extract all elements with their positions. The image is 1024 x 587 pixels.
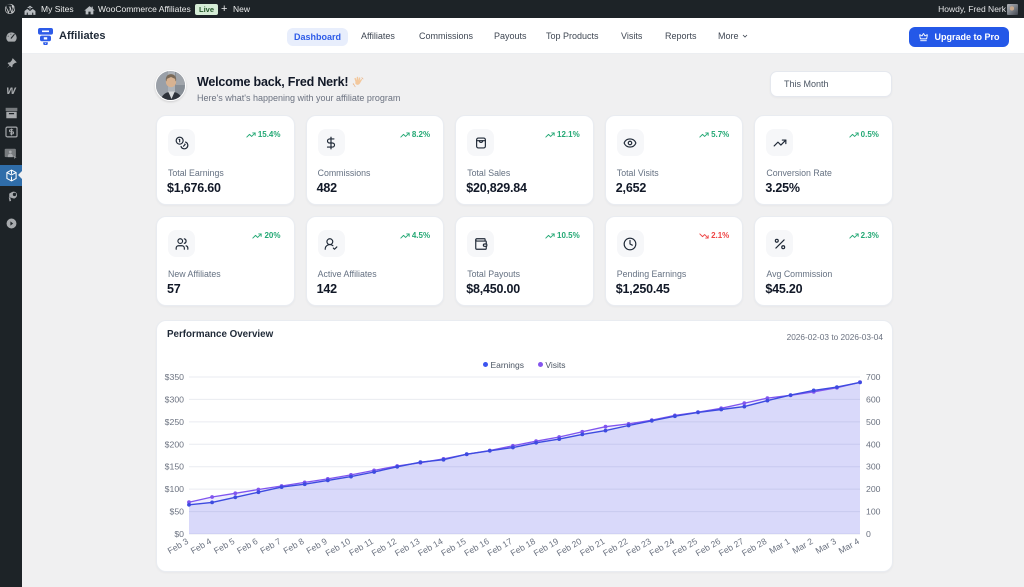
svg-text:Feb 14: Feb 14 — [416, 536, 445, 558]
svg-text:Feb 5: Feb 5 — [212, 536, 236, 556]
svg-text:Feb 4: Feb 4 — [189, 536, 213, 556]
svg-text:700: 700 — [866, 372, 881, 382]
svg-text:Feb 19: Feb 19 — [532, 536, 561, 558]
svg-text:$50: $50 — [170, 507, 185, 517]
svg-text:Feb 18: Feb 18 — [509, 536, 538, 558]
svg-text:Mar 2: Mar 2 — [790, 536, 814, 556]
svg-text:Feb 16: Feb 16 — [462, 536, 491, 558]
svg-text:Feb 6: Feb 6 — [235, 536, 259, 556]
svg-text:$300: $300 — [165, 394, 184, 404]
svg-text:Mar 4: Mar 4 — [837, 536, 861, 556]
svg-text:Feb 27: Feb 27 — [717, 536, 746, 558]
svg-text:Feb 24: Feb 24 — [647, 536, 676, 558]
svg-text:Feb 25: Feb 25 — [671, 536, 700, 558]
svg-text:Feb 10: Feb 10 — [324, 536, 353, 558]
svg-text:Feb 28: Feb 28 — [740, 536, 769, 558]
svg-text:600: 600 — [866, 394, 881, 404]
svg-text:Feb 20: Feb 20 — [555, 536, 584, 558]
svg-text:Feb 22: Feb 22 — [601, 536, 630, 558]
svg-text:0: 0 — [866, 529, 871, 539]
svg-text:Mar 1: Mar 1 — [767, 536, 791, 556]
svg-text:Feb 23: Feb 23 — [624, 536, 653, 558]
svg-text:300: 300 — [866, 462, 881, 472]
svg-text:Feb 26: Feb 26 — [694, 536, 723, 558]
svg-text:Feb 15: Feb 15 — [439, 536, 468, 558]
svg-text:$200: $200 — [165, 439, 184, 449]
svg-text:500: 500 — [866, 417, 881, 427]
svg-text:Feb 21: Feb 21 — [578, 536, 607, 558]
svg-text:$350: $350 — [165, 372, 184, 382]
svg-text:Feb 11: Feb 11 — [347, 536, 375, 558]
svg-text:Mar 3: Mar 3 — [814, 536, 838, 556]
svg-text:Feb 12: Feb 12 — [370, 536, 399, 558]
svg-text:Feb 17: Feb 17 — [485, 536, 514, 558]
svg-text:100: 100 — [866, 507, 881, 517]
svg-text:Feb 7: Feb 7 — [258, 536, 282, 556]
svg-text:Feb 8: Feb 8 — [281, 536, 305, 556]
svg-text:$100: $100 — [165, 484, 184, 494]
svg-text:200: 200 — [866, 484, 881, 494]
svg-text:400: 400 — [866, 439, 881, 449]
svg-text:$250: $250 — [165, 417, 184, 427]
svg-text:Feb 13: Feb 13 — [393, 536, 422, 558]
svg-text:$150: $150 — [165, 462, 184, 472]
